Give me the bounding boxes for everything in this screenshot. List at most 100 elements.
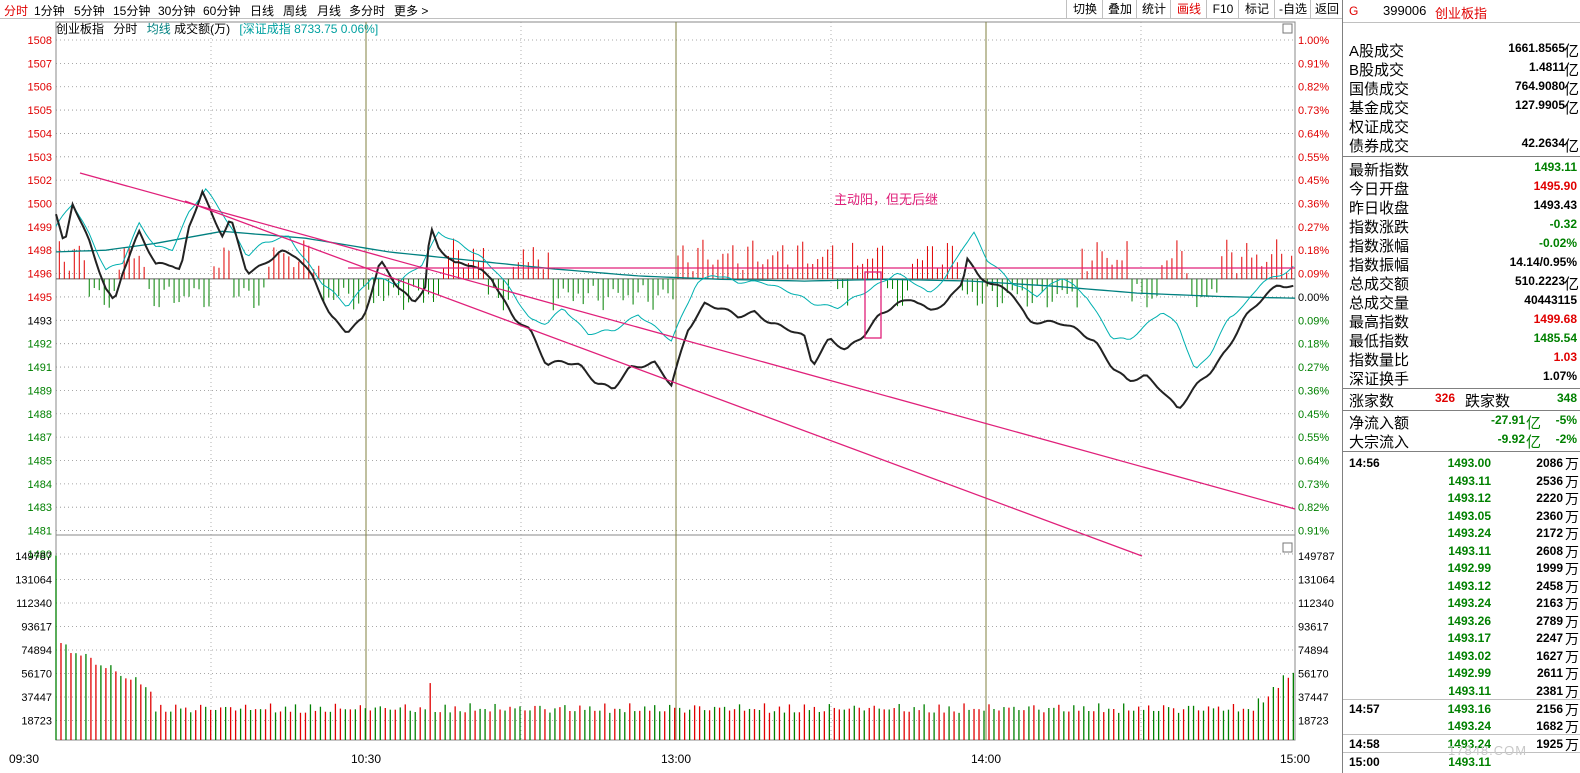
stat-value: 14.14/0.95% [1509, 255, 1577, 269]
price-tick: 1489 [28, 385, 52, 397]
pct-tick: 0.18% [1298, 339, 1329, 351]
toolbar-button-5[interactable]: 标记 [1238, 0, 1275, 18]
period-1[interactable]: 1分钟 [34, 2, 65, 19]
vol-tick-right: 37447 [1298, 692, 1329, 704]
price-tick: 1481 [28, 526, 52, 538]
ma-label: 均线 [146, 22, 171, 36]
tick-price: 1493.24 [1447, 596, 1491, 610]
tick-row: 1493.24 2172 万 [1343, 524, 1580, 542]
breadth-row: 涨家数 326 跌家数 348 [1343, 390, 1580, 410]
panel-separator [1343, 388, 1580, 389]
pct-tick: 0.45% [1298, 175, 1329, 187]
stat-row: 最高指数 1499.68 [1343, 311, 1580, 331]
flow-pct: -2% [1555, 432, 1577, 446]
price-tick: 1495 [28, 292, 52, 304]
time-label: 13:00 [661, 752, 691, 766]
toolbar-button-3[interactable]: 画线 [1170, 0, 1207, 18]
flow-row: 大宗流入 -9.92 亿 -2% [1343, 431, 1580, 451]
stat-label: 总成交额 [1349, 276, 1410, 293]
stat-value: 510.2223 [1514, 274, 1565, 288]
turnover-row: 国债成交 764.9080 亿 [1343, 78, 1580, 98]
toolbar-button-0[interactable]: 切换 [1066, 0, 1103, 18]
tick-volume: 2220 [1536, 491, 1563, 505]
panel-index-name: 创业板指 [1435, 6, 1488, 21]
tick-price: 1492.99 [1447, 561, 1491, 575]
tick-time: 14:58 [1349, 737, 1380, 751]
tick-price: 1493.11 [1448, 473, 1491, 488]
period-9[interactable]: 多分时 [349, 2, 385, 19]
price-tick: 1500 [28, 199, 52, 211]
turnover-label: 国债成交 [1349, 81, 1410, 98]
tick-time: 14:56 [1349, 456, 1380, 470]
tick-time: 14:57 [1349, 702, 1380, 716]
time-label: 14:00 [971, 752, 1001, 766]
vol-tick-right: 112340 [1298, 598, 1334, 610]
toolbar-button-6[interactable]: -自选 [1274, 0, 1311, 18]
up-count-label: 涨家数 [1349, 393, 1395, 410]
tick-volume: 2789 [1536, 613, 1563, 628]
period-toolbar: 分时 1分钟 5分钟 15分钟 30分钟 60分钟 日线 周线 月线 多分时 更多 > 切换 叠加 统计画… [0, 0, 1342, 19]
vol-tick-right: 18723 [1298, 716, 1329, 728]
pct-tick: 1.00% [1298, 35, 1329, 47]
tick-volume: 1999 [1536, 561, 1563, 575]
time-label: 09:30 [9, 752, 39, 766]
toolbar-button-1[interactable]: 叠加 [1102, 0, 1137, 18]
period-10[interactable]: 更多 > [394, 2, 428, 19]
chart-mode: 分时 [113, 22, 138, 36]
vol-tick-right: 131064 [1298, 575, 1335, 587]
stat-row: 指数量比 1.03 [1343, 349, 1580, 369]
pct-tick: 0.00% [1298, 292, 1329, 304]
period-6[interactable]: 日线 [250, 2, 274, 19]
stat-label: 昨日收盘 [1349, 200, 1410, 217]
turnover-label: 权证成交 [1349, 119, 1410, 136]
pct-tick: 0.55% [1298, 432, 1329, 444]
flow-row: 净流入额 -27.91 亿 -5% [1343, 412, 1580, 432]
toolbar-button-4[interactable]: F10 [1206, 0, 1239, 18]
restore-icon [1282, 542, 1293, 553]
vol-tick-left: 37447 [21, 692, 52, 704]
pct-tick: 0.45% [1298, 409, 1329, 421]
price-tick: 1505 [28, 105, 52, 117]
price-tick: 1502 [28, 175, 52, 187]
stat-value: 40443115 [1524, 293, 1577, 307]
period-3[interactable]: 15分钟 [113, 2, 150, 19]
stat-value: 1485.54 [1533, 331, 1577, 345]
tick-volume: 2086 [1536, 456, 1563, 470]
watermark: 17848.COM [1448, 743, 1528, 758]
period-8[interactable]: 月线 [317, 2, 341, 19]
pct-tick: 0.82% [1298, 82, 1329, 94]
tick-price: 1493.12 [1447, 578, 1491, 593]
period-4[interactable]: 30分钟 [158, 2, 195, 19]
chart-header: 创业板指 分时 均线 成交额(万) [深证成指 8733.75 0.06%] [56, 20, 378, 37]
flow-value: -9.92 [1497, 432, 1525, 446]
price-tick: 1498 [28, 245, 52, 257]
period-7[interactable]: 周线 [283, 2, 307, 19]
period-0[interactable]: 分时 [4, 2, 28, 19]
turnover-value: 42.2634 [1521, 136, 1565, 150]
tick-price: 1493.11 [1448, 543, 1491, 558]
toolbar-button-2[interactable]: 统计 [1136, 0, 1171, 18]
tick-volume: 2156 [1536, 702, 1563, 716]
price-tick: 1493 [28, 315, 52, 327]
tick-time: 15:00 [1349, 754, 1380, 769]
stat-row: 最低指数 1485.54 [1343, 330, 1580, 350]
turnover-row: 基金成交 127.9905 亿 [1343, 97, 1580, 117]
intraday-chart[interactable]: 1508 1507 1506 1505 1504 1503 1502 1500 1499 1498… [0, 18, 1342, 773]
stat-value: 1.03 [1553, 350, 1577, 364]
stat-unit: 亿 [1563, 276, 1579, 293]
tick-row: 14:57 1493.16 2156 万 [1343, 699, 1580, 718]
stat-value: -0.02% [1538, 236, 1577, 250]
toolbar-button-7[interactable]: 返回 [1310, 0, 1343, 18]
turnover-unit: 亿 [1563, 62, 1579, 79]
stat-row: 深证换手 1.07% [1343, 368, 1580, 388]
turnover-unit: 亿 [1563, 81, 1579, 98]
period-5[interactable]: 60分钟 [203, 2, 240, 19]
tick-row: 1493.26 2789 万 [1343, 612, 1580, 630]
vol-tick-left: 18723 [21, 716, 52, 728]
period-2[interactable]: 5分钟 [74, 2, 105, 19]
stat-row: 指数涨跌 -0.32 [1343, 216, 1580, 236]
stat-row: 总成交量 40443115 [1343, 292, 1580, 312]
tick-volume: 2247 [1536, 631, 1563, 645]
turnover-label: A股成交 [1349, 43, 1405, 60]
price-tick: 1488 [28, 409, 52, 421]
